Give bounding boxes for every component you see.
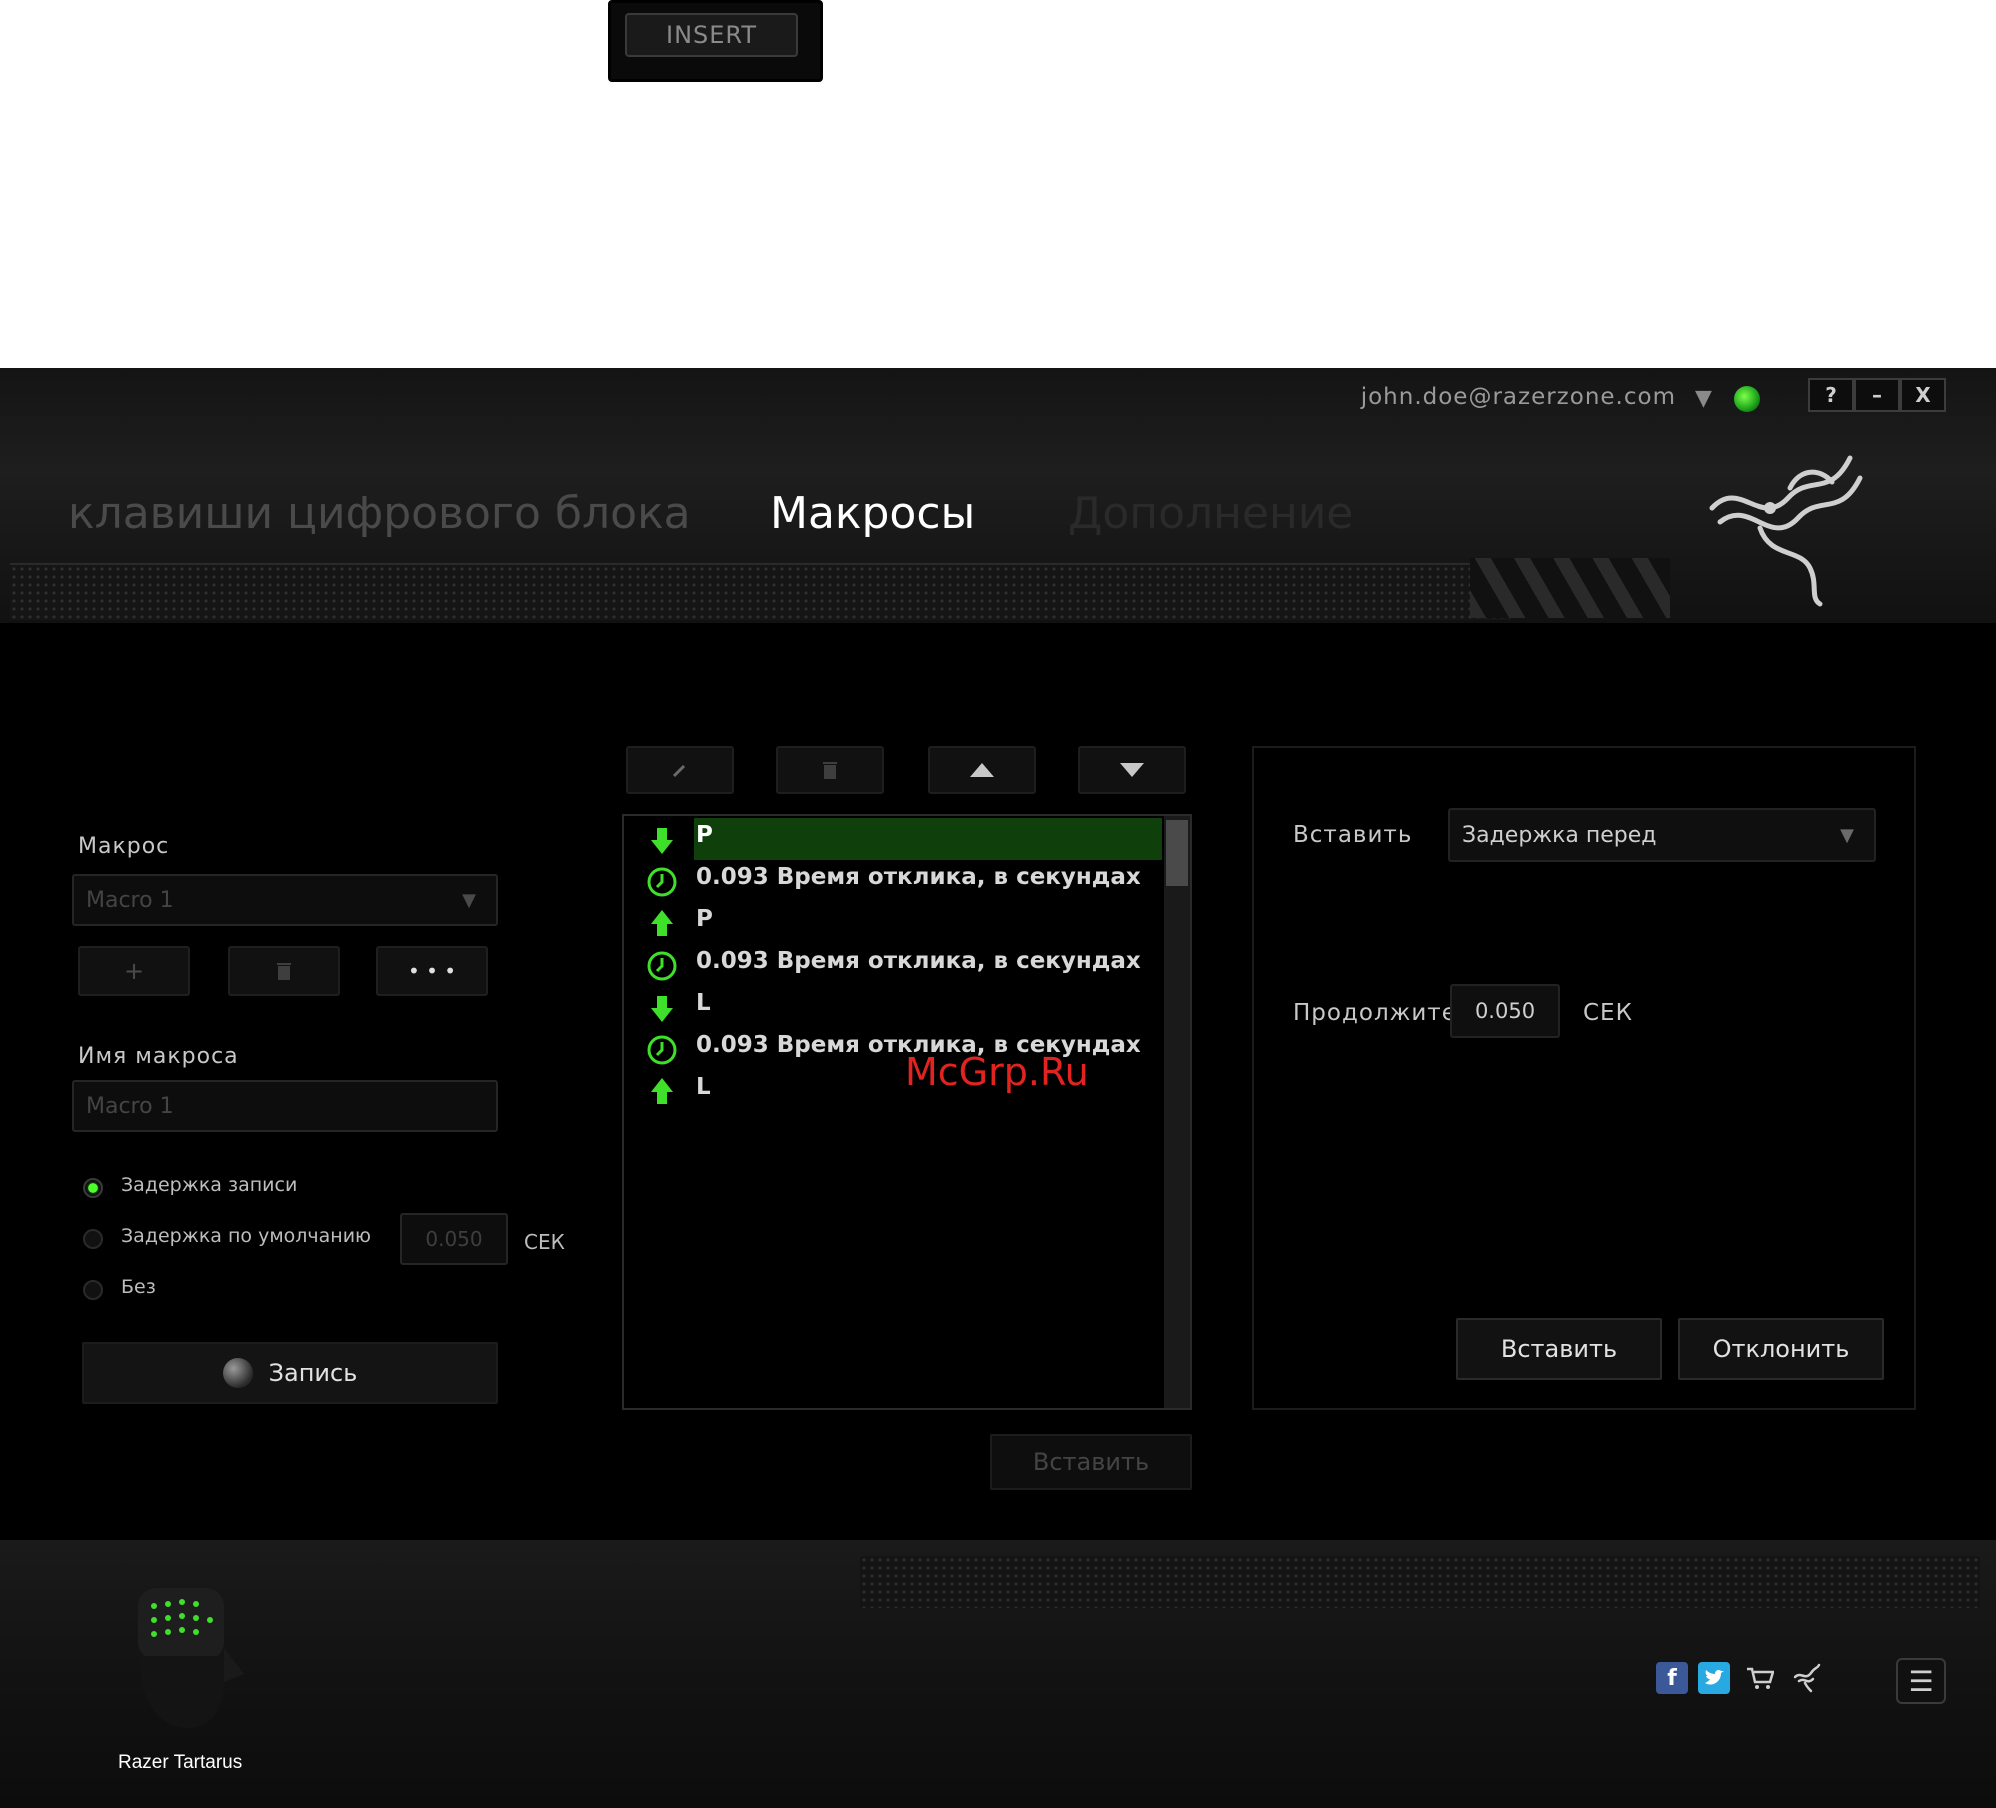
clock-icon: [647, 1035, 677, 1065]
key-down-arrow-icon: [651, 996, 673, 1022]
key-up-arrow-icon: [651, 910, 673, 936]
delete-event-button[interactable]: [776, 746, 884, 794]
add-macro-button[interactable]: +: [78, 946, 190, 996]
default-delay-unit: СЕК: [524, 1230, 565, 1254]
radio-no-delay-label: Без: [121, 1276, 156, 1298]
header-stripes-decoration: [1470, 558, 1670, 618]
record-button-label: Запись: [268, 1359, 358, 1387]
chevron-down-icon: ▼: [1840, 824, 1854, 846]
minimize-button[interactable]: –: [1854, 378, 1900, 412]
record-button[interactable]: Запись: [82, 1342, 498, 1404]
footer-mesh-decoration: [860, 1556, 1980, 1608]
macro-name-input[interactable]: Macro 1: [72, 1080, 498, 1132]
list-scrollbar[interactable]: [1164, 816, 1190, 1408]
radio-default-delay[interactable]: [83, 1229, 103, 1249]
list-item[interactable]: 0.093 Время отклика, в секундах: [624, 944, 1164, 984]
duration-input[interactable]: 0.050: [1450, 984, 1560, 1038]
online-status-icon: [1734, 386, 1760, 412]
device-image-icon[interactable]: [128, 1578, 248, 1738]
radio-record-delay[interactable]: [83, 1178, 103, 1198]
macro-event-list[interactable]: P 0.093 Время отклика, в секундах P 0.09…: [622, 814, 1192, 1410]
macro-select-value: Macro 1: [86, 887, 174, 913]
trash-icon: [823, 762, 837, 779]
insert-type-label: Вставить: [1293, 822, 1413, 848]
radio-no-delay[interactable]: [83, 1280, 103, 1300]
radio-default-delay-label: Задержка по умолчанию: [121, 1225, 372, 1247]
twitter-icon[interactable]: [1698, 1662, 1730, 1694]
record-icon: [222, 1358, 253, 1388]
cancel-button[interactable]: Отклонить: [1678, 1318, 1884, 1380]
macro-select[interactable]: Macro 1 ▼: [72, 874, 498, 926]
watermark-text: McGrp.Ru: [905, 1050, 1089, 1094]
razer-small-logo-icon[interactable]: [1790, 1662, 1822, 1694]
help-button[interactable]: ?: [1808, 378, 1854, 412]
list-item-text: 0.093 Время отклика, в секундах: [696, 864, 1141, 890]
list-item-text: L: [696, 990, 711, 1016]
tab-macros[interactable]: Макросы: [770, 488, 975, 539]
edit-button[interactable]: [626, 746, 734, 794]
move-down-button[interactable]: [1078, 746, 1186, 794]
pencil-icon: [672, 764, 686, 778]
key-up-arrow-icon: [651, 1078, 673, 1104]
list-item-text: P: [696, 906, 713, 932]
insert-event-button[interactable]: Вставить: [990, 1434, 1192, 1490]
clock-icon: [647, 951, 677, 981]
tab-extras[interactable]: Дополнение: [1068, 488, 1353, 539]
insert-key-image: INSERT: [608, 0, 823, 82]
header-mesh-decoration: [10, 563, 1510, 620]
razer-logo-icon: [1709, 455, 1863, 607]
trash-icon: [277, 963, 291, 980]
triangle-up-icon: [970, 763, 994, 777]
list-item[interactable]: L: [624, 986, 1164, 1026]
list-item[interactable]: P: [624, 818, 1164, 860]
more-options-button[interactable]: • • •: [376, 946, 488, 996]
clock-icon: [647, 867, 677, 897]
list-item-text: L: [696, 1074, 711, 1100]
list-item-text: P: [696, 822, 713, 848]
synapse-window: john.doe@razerzone.com ▼ ? – X клавиши ц…: [0, 368, 1996, 1808]
device-name: Razer Tartarus: [118, 1752, 243, 1773]
tab-numpad-keys[interactable]: клавиши цифрового блока: [68, 488, 691, 539]
default-delay-input[interactable]: 0.050: [400, 1213, 508, 1265]
triangle-down-icon: [1120, 763, 1144, 777]
insert-type-value: Задержка перед: [1462, 822, 1657, 848]
selection-highlight: [694, 818, 1162, 860]
chevron-down-icon: ▼: [462, 889, 476, 911]
duration-unit: СЕК: [1583, 1000, 1633, 1026]
macro-label: Макрос: [78, 834, 170, 859]
main-menu-button[interactable]: ☰: [1896, 1658, 1946, 1704]
close-button[interactable]: X: [1900, 378, 1946, 412]
macro-name-value: Macro 1: [86, 1093, 174, 1119]
duration-label: Продолжите.: [1293, 1000, 1466, 1026]
account-email[interactable]: john.doe@razerzone.com: [1361, 384, 1676, 410]
facebook-icon[interactable]: f: [1656, 1662, 1688, 1694]
list-item[interactable]: 0.093 Время отклика, в секундах: [624, 860, 1164, 900]
list-scroll-thumb[interactable]: [1166, 820, 1188, 886]
list-item[interactable]: P: [624, 902, 1164, 942]
store-cart-icon[interactable]: [1744, 1662, 1776, 1694]
insert-confirm-button[interactable]: Вставить: [1456, 1318, 1662, 1380]
account-dropdown-icon[interactable]: ▼: [1695, 386, 1712, 411]
insert-type-select[interactable]: Задержка перед ▼: [1448, 808, 1876, 862]
radio-record-delay-label: Задержка записи: [121, 1174, 298, 1196]
list-item-text: 0.093 Время отклика, в секундах: [696, 948, 1141, 974]
key-down-arrow-icon: [651, 828, 673, 854]
insert-key-label: INSERT: [625, 13, 798, 57]
move-up-button[interactable]: [928, 746, 1036, 794]
delete-macro-button[interactable]: [228, 946, 340, 996]
macro-name-label: Имя макроса: [78, 1044, 239, 1069]
